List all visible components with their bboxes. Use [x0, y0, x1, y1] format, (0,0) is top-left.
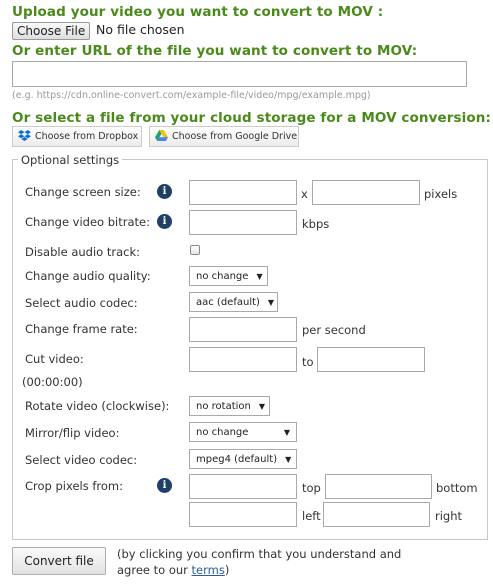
frame-rate-input[interactable] — [189, 317, 297, 342]
screen-size-separator: x — [301, 187, 308, 201]
frame-rate-unit: per second — [302, 323, 366, 337]
crop-left-input[interactable] — [189, 502, 297, 527]
google-drive-button[interactable]: Choose from Google Drive — [149, 126, 299, 147]
cloud-heading: Or select a file from your cloud storage… — [12, 110, 491, 126]
bitrate-unit: kbps — [302, 217, 330, 231]
dropbox-label: Choose from Dropbox — [35, 131, 139, 142]
crop-left-label: left — [302, 509, 321, 523]
audio-quality-select[interactable]: no change ▼ — [189, 266, 268, 286]
bitrate-info-icon[interactable]: i — [157, 214, 172, 229]
disable-audio-label: Disable audio track: — [25, 245, 140, 259]
rotate-label: Rotate video (clockwise): — [25, 399, 170, 413]
url-input[interactable] — [12, 61, 467, 87]
dropbox-icon — [18, 129, 31, 144]
rotate-select[interactable]: no rotation ▼ — [189, 396, 270, 416]
url-hint: (e.g. https://cdn.online-convert.com/exa… — [12, 90, 371, 101]
convert-file-button[interactable]: Convert file — [12, 547, 106, 575]
upload-heading: Upload your video you want to convert to… — [12, 4, 384, 20]
choose-file-button[interactable]: Choose File — [12, 22, 91, 40]
audio-codec-label: Select audio codec: — [25, 296, 138, 310]
crop-bottom-label: bottom — [436, 481, 478, 495]
terms-link[interactable]: terms — [192, 563, 225, 577]
bitrate-input[interactable] — [189, 210, 297, 235]
cut-video-to-label: to — [302, 355, 314, 369]
terms-note: (by clicking you confirm that you unders… — [117, 546, 407, 578]
crop-info-icon[interactable]: i — [157, 478, 172, 493]
screen-size-label: Change screen size: — [25, 185, 141, 199]
mirror-value: no change — [196, 426, 249, 438]
terms-note-text: (by clicking you confirm that you unders… — [117, 547, 402, 577]
screen-size-info-icon[interactable]: i — [157, 184, 172, 199]
google-drive-icon — [155, 129, 168, 144]
screen-width-input[interactable] — [189, 180, 297, 205]
audio-codec-select[interactable]: aac (default) ▼ — [189, 292, 278, 312]
audio-codec-value: aac (default) — [196, 296, 260, 308]
file-status-text: No file chosen — [96, 22, 185, 37]
chevron-down-icon: ▼ — [285, 454, 292, 464]
chevron-down-icon: ▼ — [256, 271, 263, 281]
chevron-down-icon: ▼ — [283, 427, 290, 437]
audio-quality-label: Change audio quality: — [25, 269, 151, 283]
video-codec-select[interactable]: mpeg4 (default) ▼ — [189, 449, 297, 469]
terms-note-close: ) — [224, 563, 230, 577]
crop-top-label: top — [302, 481, 321, 495]
mirror-select[interactable]: no change ▼ — [189, 422, 297, 442]
cut-video-label: Cut video: — [25, 352, 84, 366]
crop-right-input[interactable] — [323, 502, 430, 527]
cut-video-from-input[interactable] — [189, 347, 297, 372]
bitrate-label: Change video bitrate: — [25, 215, 150, 229]
screen-height-input[interactable] — [312, 180, 420, 205]
video-codec-value: mpeg4 (default) — [196, 453, 278, 465]
crop-label: Crop pixels from: — [25, 479, 123, 493]
mirror-label: Mirror/flip video: — [25, 426, 120, 440]
dropbox-button[interactable]: Choose from Dropbox — [12, 126, 142, 147]
screen-size-unit: pixels — [424, 187, 458, 201]
disable-audio-checkbox[interactable] — [190, 245, 200, 255]
google-drive-label: Choose from Google Drive — [172, 131, 298, 142]
crop-bottom-input[interactable] — [325, 474, 432, 499]
video-codec-label: Select video codec: — [25, 453, 138, 467]
crop-right-label: right — [435, 509, 463, 523]
chevron-down-icon: ▼ — [267, 297, 275, 307]
cut-video-format-hint: (00:00:00) — [22, 375, 83, 389]
audio-quality-value: no change — [196, 270, 249, 282]
crop-top-input[interactable] — [189, 474, 297, 499]
chevron-down-icon: ▼ — [258, 401, 266, 411]
frame-rate-label: Change frame rate: — [25, 322, 138, 336]
optional-settings-legend: Optional settings — [18, 153, 123, 167]
cut-video-to-input[interactable] — [317, 347, 425, 372]
rotate-value: no rotation — [196, 400, 251, 412]
url-heading: Or enter URL of the file you want to con… — [12, 43, 418, 59]
